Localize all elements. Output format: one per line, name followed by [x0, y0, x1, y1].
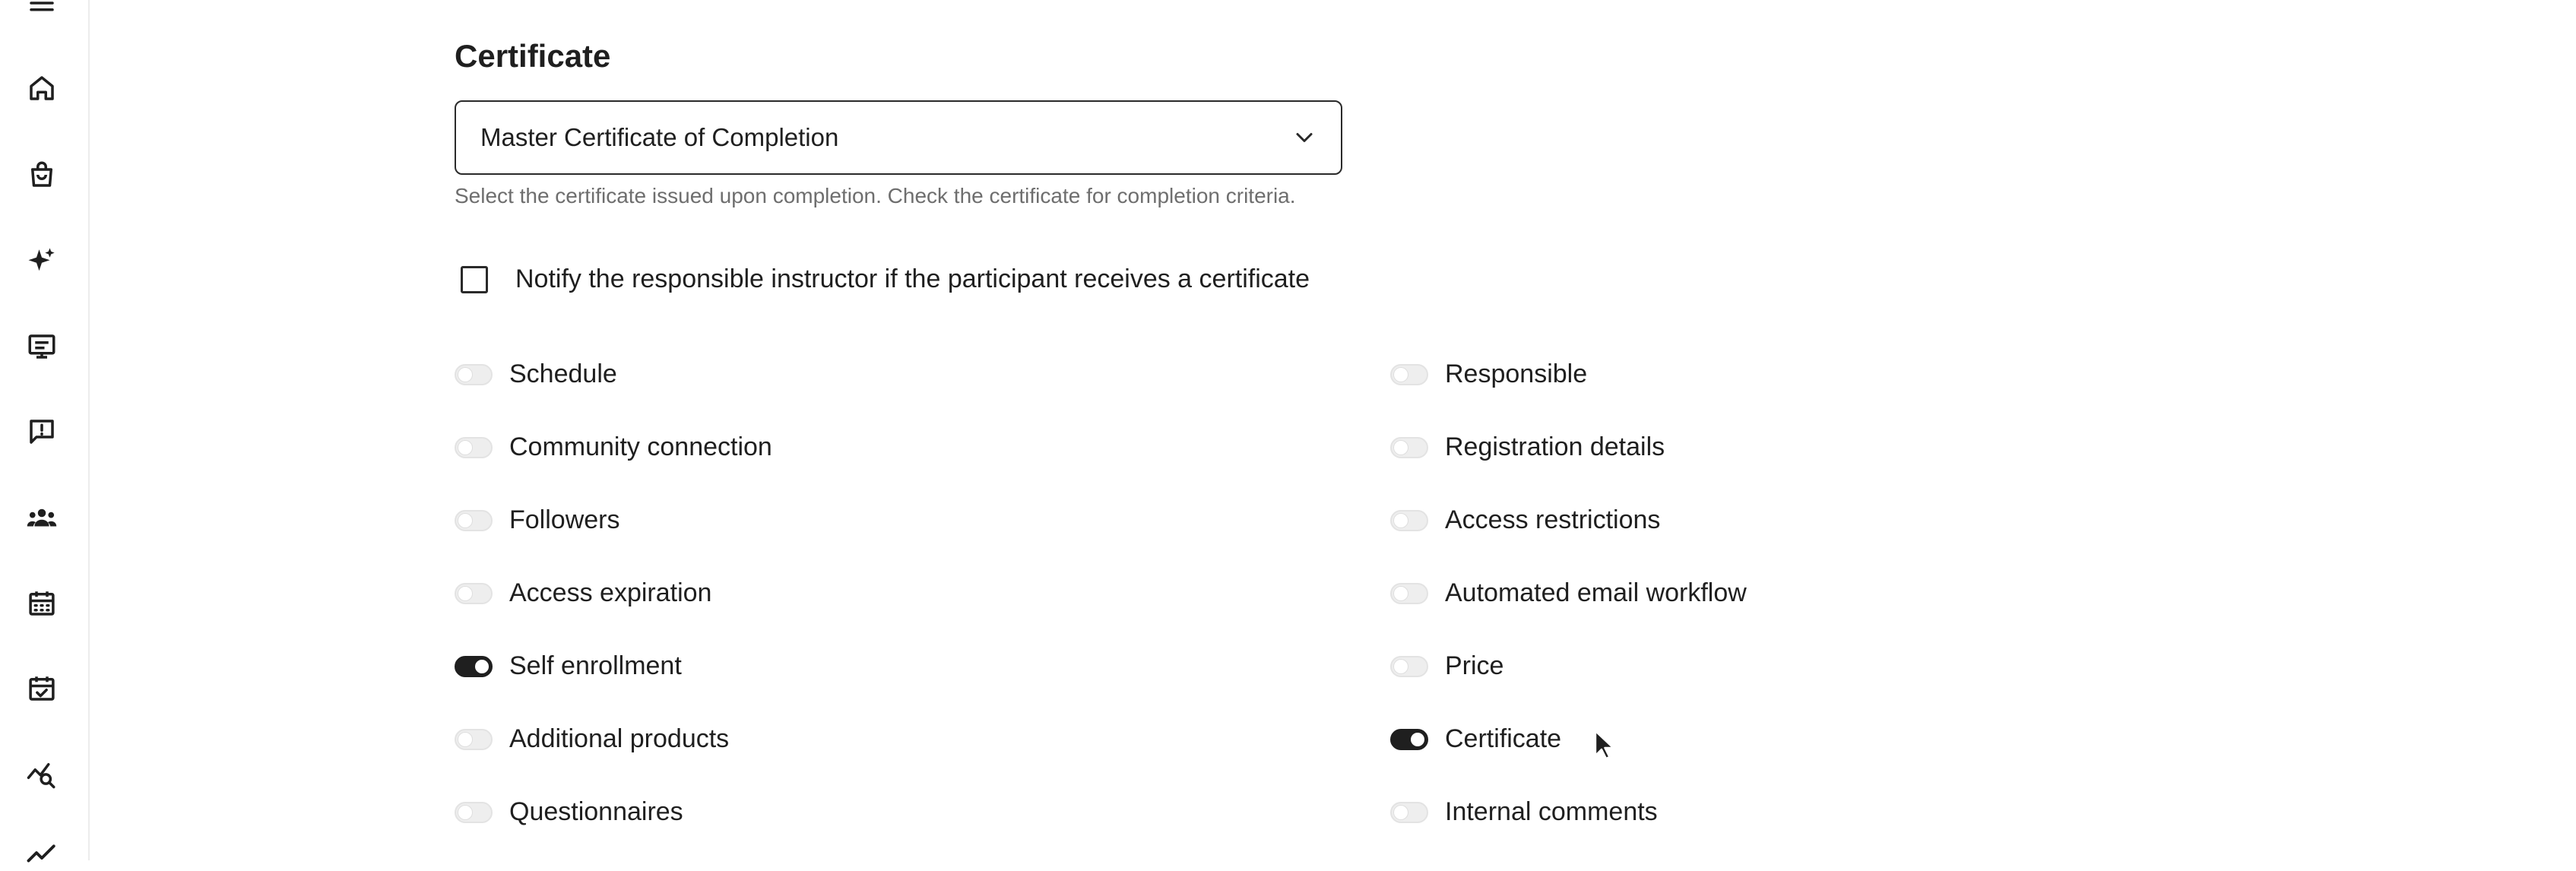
toggle-knob [1394, 513, 1408, 527]
toggle-knob [458, 440, 472, 455]
certificate-select-value: Master Certificate of Completion [480, 123, 839, 151]
calendar-check-icon[interactable] [24, 670, 60, 707]
menu-icon[interactable] [24, 0, 60, 21]
analytics-search-icon[interactable] [24, 755, 60, 792]
toggle-knob [1394, 659, 1408, 673]
toggle-row: Price [1390, 651, 1503, 681]
toggle-row: Responsible [1390, 359, 1587, 389]
toggle-label: Internal comments [1445, 797, 1658, 826]
toggle-knob [475, 659, 489, 673]
toggle-row: Automated email workflow [1390, 578, 1747, 608]
toggle-knob [1394, 367, 1408, 382]
toggle-switch[interactable] [1390, 436, 1428, 458]
toggle-row: Registration details [1390, 432, 1665, 462]
users-icon[interactable] [24, 500, 60, 537]
certificate-helper-text: Select the certificate issued upon compl… [455, 184, 1296, 207]
toggle-switch[interactable] [1390, 582, 1428, 604]
notify-instructor-label: Notify the responsible instructor if the… [515, 264, 1310, 293]
toggle-label: Price [1445, 651, 1504, 680]
toggle-label: Automated email workflow [1445, 578, 1747, 607]
toggle-label: Schedule [509, 359, 617, 388]
notify-instructor-checkbox[interactable] [461, 265, 488, 293]
toggle-knob [458, 805, 472, 819]
toggle-label: Certificate [1445, 724, 1562, 753]
toggle-knob [1394, 440, 1408, 455]
toggle-knob [1394, 586, 1408, 600]
toggle-label: Responsible [1445, 359, 1588, 388]
calendar-icon[interactable] [24, 585, 60, 622]
toggle-label: Access restrictions [1445, 505, 1661, 534]
toggle-row: Internal comments [1390, 797, 1658, 827]
toggle-switch[interactable] [455, 363, 493, 385]
sidebar [0, 0, 90, 863]
toggle-row: Certificate [1390, 724, 1561, 754]
toggle-switch[interactable] [1390, 655, 1428, 677]
toggle-label: Community connection [509, 432, 772, 461]
toggle-label: Followers [509, 505, 620, 534]
toggle-switch[interactable] [455, 436, 493, 458]
toggle-row: Followers [455, 505, 619, 535]
toggle-row: Schedule [455, 359, 617, 389]
toggle-row: Self enrollment [455, 651, 682, 681]
section-title: Certificate [455, 38, 611, 74]
toggle-label: Self enrollment [509, 651, 682, 680]
toggle-switch[interactable] [455, 728, 493, 750]
toggle-label: Registration details [1445, 432, 1665, 461]
home-icon[interactable] [24, 70, 60, 106]
toggle-switch[interactable] [455, 509, 493, 531]
toggle-row: Community connection [455, 432, 772, 462]
toggle-knob [458, 513, 472, 527]
toggle-label: Access expiration [509, 578, 712, 607]
toggle-switch[interactable] [1390, 363, 1428, 385]
presentation-icon[interactable] [24, 328, 60, 365]
certificate-select[interactable]: Master Certificate of Completion [455, 100, 1342, 175]
toggle-row: Additional products [455, 724, 729, 754]
shopping-bag-icon[interactable] [24, 157, 60, 193]
chevron-down-icon [1291, 124, 1318, 151]
toggle-switch[interactable] [455, 582, 493, 604]
toggle-knob [458, 732, 472, 746]
feedback-icon[interactable] [24, 413, 60, 450]
toggle-switch[interactable] [455, 801, 493, 823]
toggle-label: Additional products [509, 724, 730, 753]
toggle-row: Questionnaires [455, 797, 683, 827]
toggle-knob [1394, 805, 1408, 819]
toggle-switch[interactable] [1390, 728, 1428, 750]
toggle-row: Access expiration [455, 578, 711, 608]
toggle-row: Access restrictions [1390, 505, 1660, 535]
toggle-label: Questionnaires [509, 797, 683, 826]
toggle-knob [458, 367, 472, 382]
trend-chart-icon[interactable] [24, 835, 60, 871]
toggle-knob [458, 586, 472, 600]
toggle-switch[interactable] [1390, 801, 1428, 823]
notify-instructor-row: Notify the responsible instructor if the… [461, 264, 1310, 294]
toggle-switch[interactable] [455, 655, 493, 677]
mouse-cursor-icon [1594, 730, 1614, 760]
sparkles-icon[interactable] [24, 243, 60, 280]
toggle-switch[interactable] [1390, 509, 1428, 531]
toggle-knob [1411, 732, 1424, 746]
